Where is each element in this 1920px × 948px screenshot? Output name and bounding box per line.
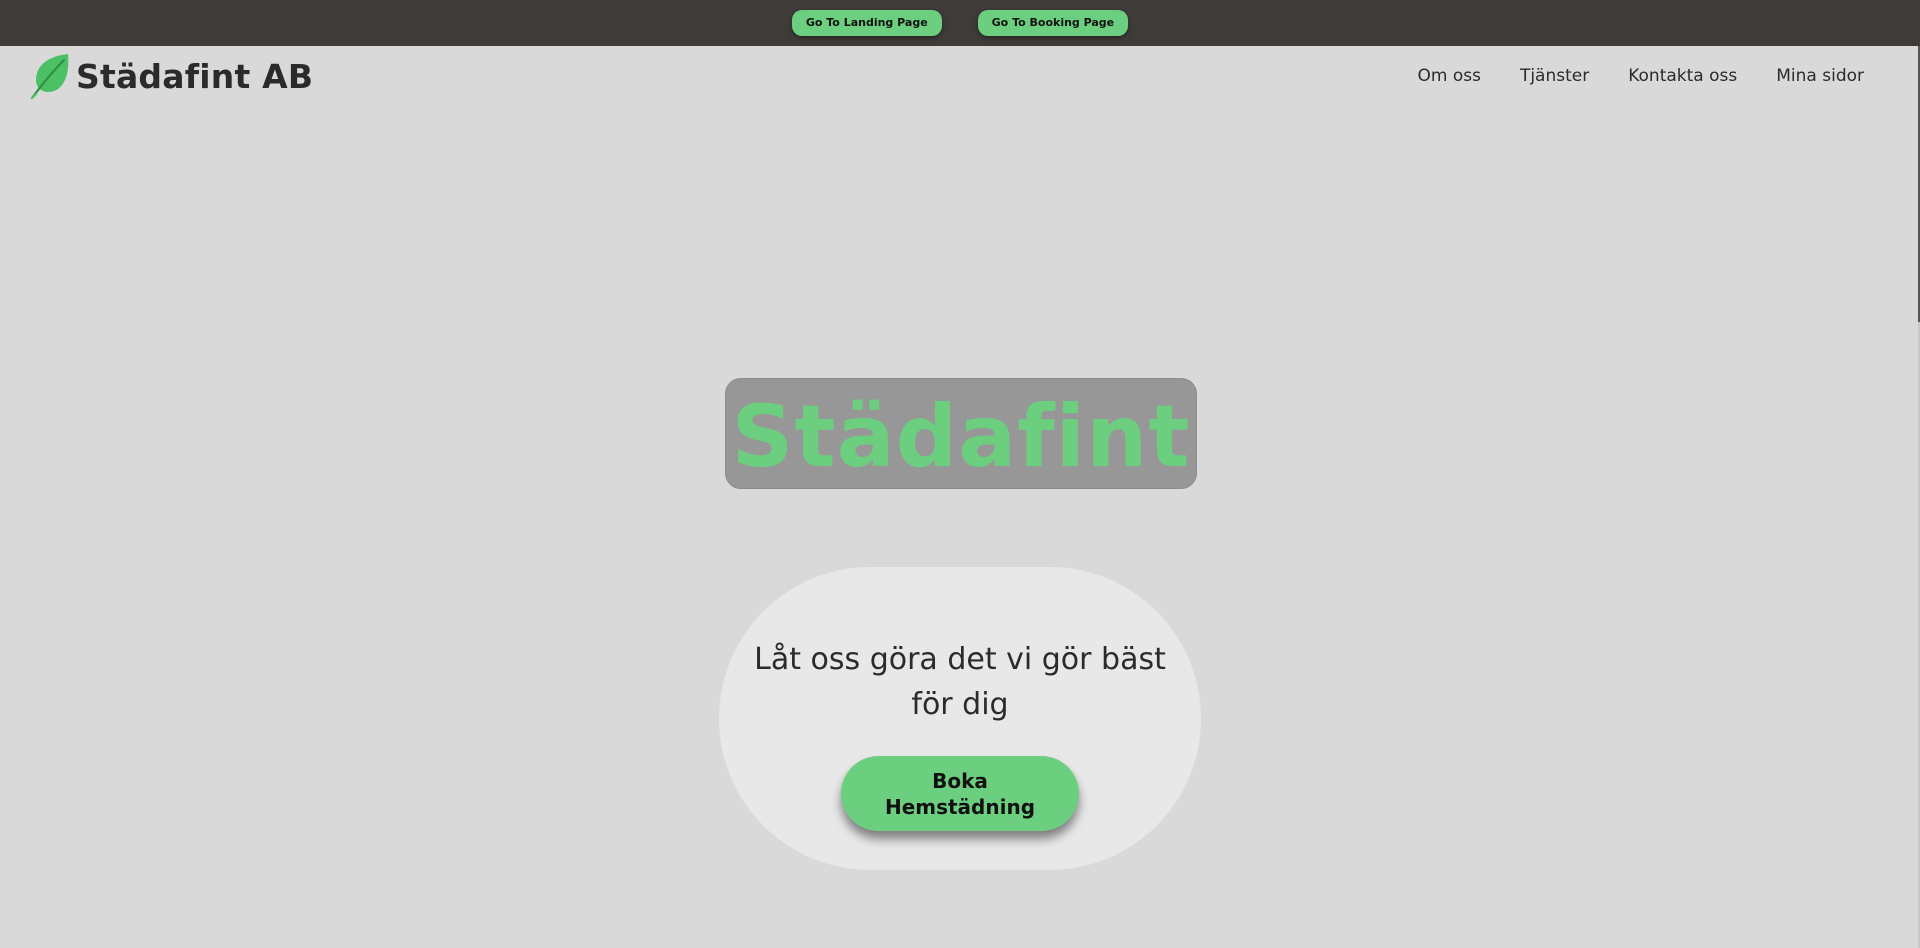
brand-logo[interactable]: Städafint AB [28, 52, 313, 100]
hero-title: Städafint [731, 386, 1191, 487]
brand-name: Städafint AB [76, 56, 314, 96]
cta-line-2: Hemstädning [884, 794, 1036, 819]
nav-link-mina-sidor[interactable]: Mina sidor [1776, 66, 1864, 86]
tagline-line-2: för dig [911, 687, 1009, 722]
leaf-icon [30, 54, 69, 100]
cta-line-1: Boka [932, 768, 988, 793]
hero-tagline: Låt oss göra det vi gör bäst för dig [719, 637, 1201, 727]
nav-link-om-oss[interactable]: Om oss [1417, 66, 1480, 86]
book-cleaning-button[interactable]: Boka Hemstädning [841, 756, 1079, 831]
nav-link-tjanster[interactable]: Tjänster [1520, 66, 1589, 86]
tagline-line-1: Låt oss göra det vi gör bäst [754, 642, 1166, 677]
site-header: Städafint AB Om oss Tjänster Kontakta os… [0, 46, 1918, 106]
page: Go To Landing Page Go To Booking Page St… [0, 0, 1920, 948]
cta-card: Låt oss göra det vi gör bäst för dig Bok… [719, 567, 1201, 870]
nav-link-kontakta-oss[interactable]: Kontakta oss [1628, 66, 1737, 86]
main-nav: Om oss Tjänster Kontakta oss Mina sidor [1417, 66, 1864, 86]
go-to-booking-page-button[interactable]: Go To Booking Page [977, 10, 1129, 36]
hero-title-box: Städafint [725, 378, 1197, 489]
go-to-landing-page-button[interactable]: Go To Landing Page [791, 10, 942, 36]
dev-top-bar: Go To Landing Page Go To Booking Page [0, 0, 1920, 46]
